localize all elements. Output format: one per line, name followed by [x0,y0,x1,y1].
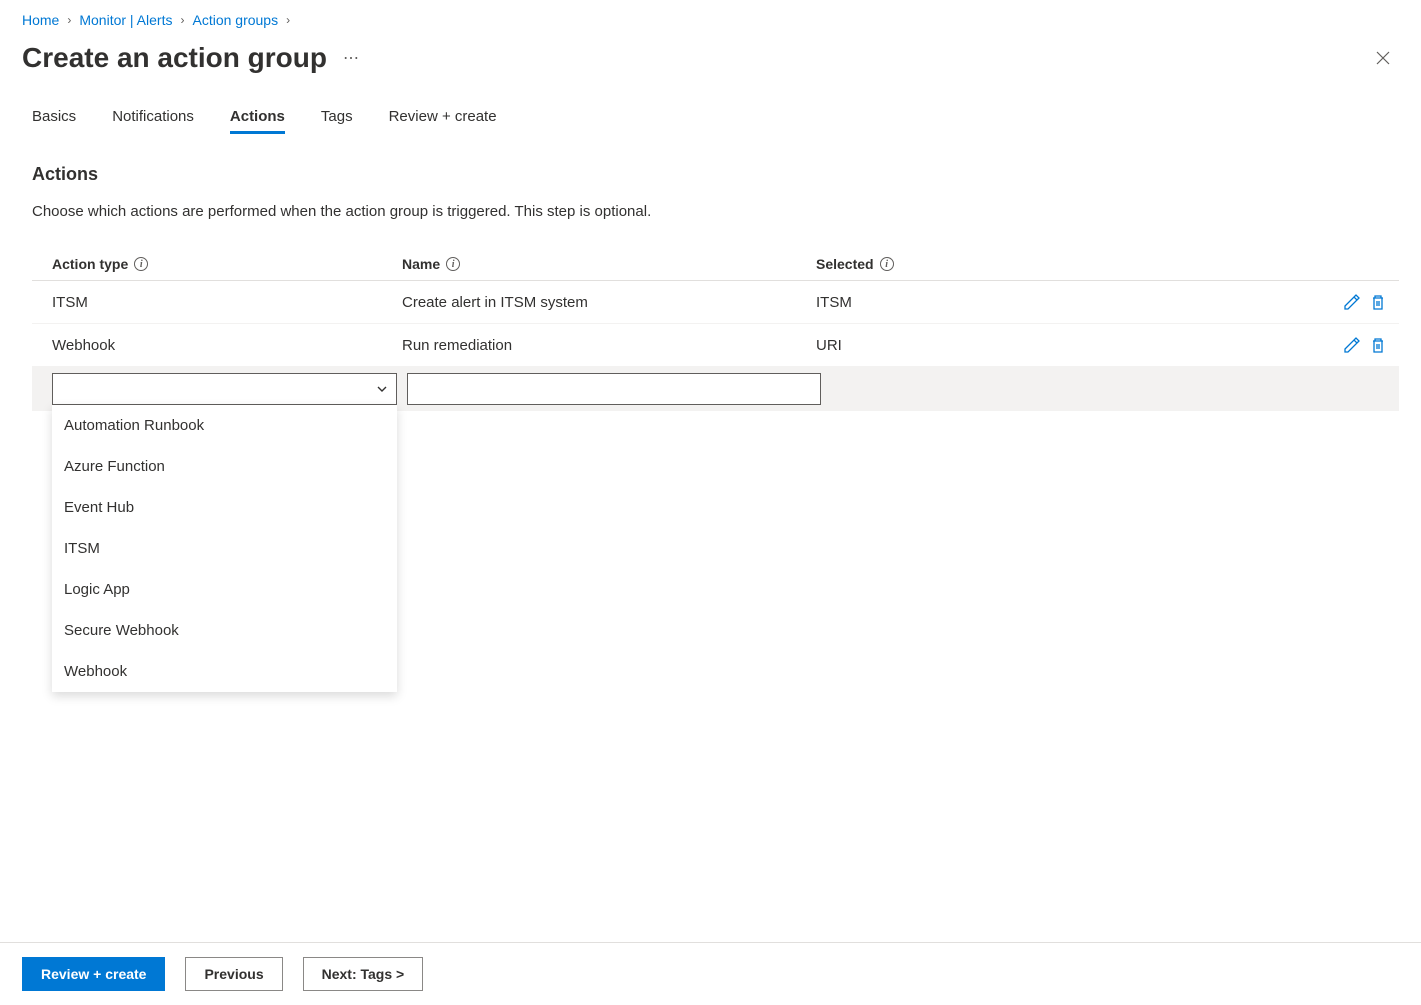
section-heading: Actions [32,164,1399,185]
pencil-icon [1343,293,1361,311]
dropdown-option[interactable]: Webhook [52,651,397,692]
table-row: Webhook Run remediation URI [32,324,1399,367]
breadcrumb: Home › Monitor | Alerts › Action groups … [22,8,1399,32]
row-selected: ITSM [816,294,1329,311]
close-button[interactable] [1367,42,1399,74]
tab-tags[interactable]: Tags [321,102,353,134]
delete-button[interactable] [1367,291,1389,313]
dropdown-option[interactable]: Logic App [52,569,397,610]
previous-button[interactable]: Previous [185,957,282,991]
dropdown-option[interactable]: ITSM [52,528,397,569]
tab-basics[interactable]: Basics [32,102,76,134]
table-row: ITSM Create alert in ITSM system ITSM [32,281,1399,324]
chevron-right-icon: › [67,13,71,27]
tab-review-create[interactable]: Review + create [389,102,497,134]
review-create-button[interactable]: Review + create [22,957,165,991]
row-action-type: Webhook [42,337,402,354]
trash-icon [1369,336,1387,354]
actions-table: Action type i Name i Selected i ITSM Cre… [32,248,1399,411]
info-icon[interactable]: i [446,257,460,271]
info-icon[interactable]: i [880,257,894,271]
action-name-input[interactable] [407,373,821,405]
dropdown-option[interactable]: Secure Webhook [52,610,397,651]
chevron-right-icon: › [180,13,184,27]
chevron-right-icon: › [286,13,290,27]
breadcrumb-home[interactable]: Home [22,12,59,28]
dropdown-option[interactable]: Event Hub [52,487,397,528]
dropdown-option[interactable]: Azure Function [52,446,397,487]
footer-actions: Review + create Previous Next: Tags > [0,942,1421,1005]
row-action-type: ITSM [42,294,402,311]
tabs: Basics Notifications Actions Tags Review… [22,102,1399,134]
dropdown-option[interactable]: Automation Runbook [52,405,397,446]
page-title: Create an action group [22,42,327,74]
edit-button[interactable] [1341,291,1363,313]
row-name: Run remediation [402,337,816,354]
row-selected: URI [816,337,1329,354]
close-icon [1375,50,1391,66]
tab-notifications[interactable]: Notifications [112,102,194,134]
tab-actions[interactable]: Actions [230,102,285,134]
trash-icon [1369,293,1387,311]
more-options-button[interactable]: ⋯ [339,44,365,72]
pencil-icon [1343,336,1361,354]
row-name: Create alert in ITSM system [402,294,816,311]
new-action-row: Automation Runbook Azure Function Event … [32,367,1399,411]
action-type-dropdown: Automation Runbook Azure Function Event … [52,405,397,692]
edit-button[interactable] [1341,334,1363,356]
delete-button[interactable] [1367,334,1389,356]
next-tags-button[interactable]: Next: Tags > [303,957,424,991]
column-header-name: Name [402,256,440,272]
column-header-action-type: Action type [52,256,128,272]
breadcrumb-action-groups[interactable]: Action groups [192,12,278,28]
column-header-selected: Selected [816,256,874,272]
info-icon[interactable]: i [134,257,148,271]
action-type-select[interactable] [52,373,397,405]
section-description: Choose which actions are performed when … [32,203,1399,220]
breadcrumb-monitor-alerts[interactable]: Monitor | Alerts [79,12,172,28]
